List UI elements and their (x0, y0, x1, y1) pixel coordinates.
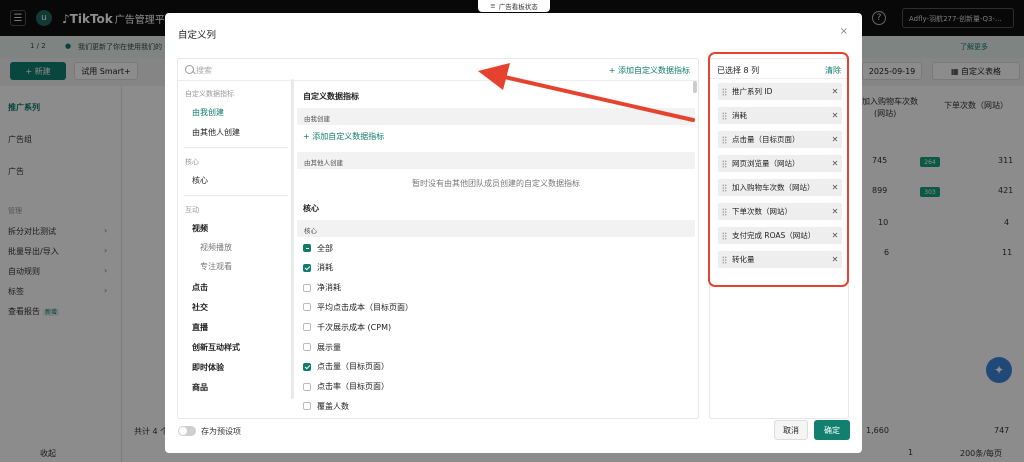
dashboard-status-tab[interactable]: ≡ 广告看板状态 (478, 0, 550, 12)
annotation-arrow (478, 63, 695, 122)
app-root: ☰ u ♪TikTok 广告管理平台 ? Adfly-羽航277-创新量-Q3-.… (0, 0, 1024, 462)
list-icon: ≡ (490, 2, 496, 10)
dashboard-status-label: 广告看板状态 (498, 3, 538, 11)
arrow-shaft (498, 74, 695, 122)
arrow-head (478, 63, 510, 90)
